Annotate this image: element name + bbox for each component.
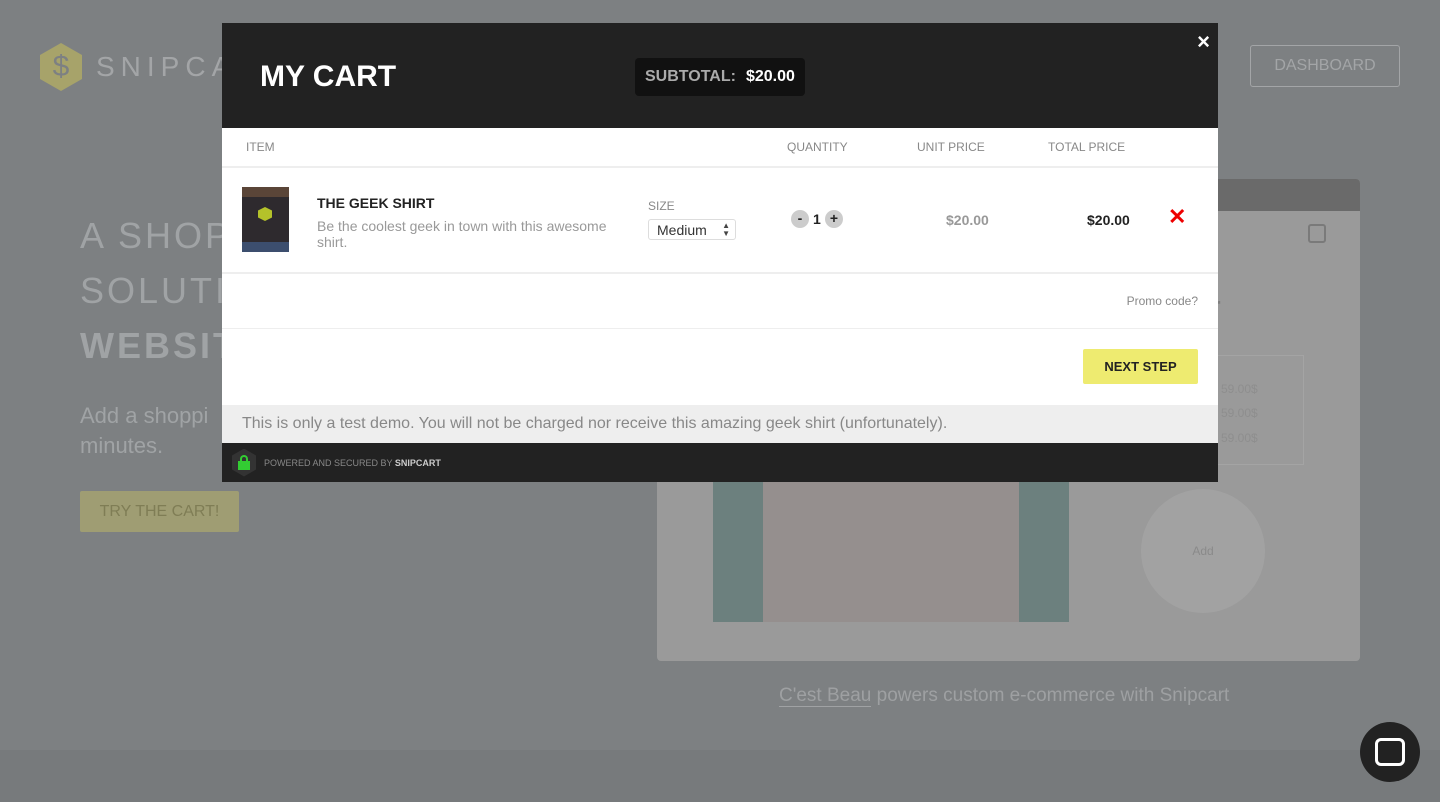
cart-title: MY CART (260, 60, 397, 93)
caption-text: powers custom e-commerce with Snipcart (871, 685, 1230, 706)
item-description: Be the coolest geek in town with this aw… (317, 218, 607, 250)
chat-icon (1375, 738, 1405, 766)
powered-by: POWERED AND SECURED BY SNIPCART (264, 458, 441, 468)
lock-icon (232, 448, 256, 477)
hero-line: A SHOP (80, 215, 233, 256)
subtotal-value: $20.00 (745, 68, 795, 85)
powered-by-brand[interactable]: SNIPCART (395, 458, 441, 468)
dashboard-button[interactable]: DASHBOARD (1250, 45, 1400, 87)
total-price: $20.00 (1087, 212, 1130, 228)
column-item: ITEM (246, 140, 275, 154)
divider (222, 272, 1218, 274)
footer-band (0, 750, 1440, 802)
hero-line: WEBSIT (80, 325, 238, 366)
remove-item-icon[interactable]: ✕ (1168, 204, 1186, 230)
decrease-quantity-button[interactable]: - (791, 210, 809, 228)
subtotal-label: SUBTOTAL: (645, 68, 736, 85)
subtotal-badge: SUBTOTAL: $20.00 (635, 58, 805, 96)
price: 59.00$ (1221, 382, 1258, 396)
next-step-button[interactable]: NEXT STEP (1083, 349, 1198, 384)
column-unit-price: UNIT PRICE (917, 140, 985, 154)
size-select[interactable]: Medium ▲ ▼ (648, 219, 736, 240)
price: 59.00$ (1221, 431, 1258, 445)
unit-price: $20.00 (946, 212, 989, 228)
size-label: SIZE (648, 199, 675, 213)
price: 59.00$ (1221, 406, 1258, 420)
snipcart-logo[interactable]: $ SNIPCA (40, 43, 236, 91)
divider (222, 166, 1218, 168)
select-arrows-icon: ▲ ▼ (722, 221, 730, 238)
promo-code-link[interactable]: Promo code? (1127, 294, 1198, 308)
column-quantity: QUANTITY (787, 140, 848, 154)
increase-quantity-button[interactable]: + (825, 210, 843, 228)
logo-text: SNIPCA (96, 51, 237, 82)
cart-footer: POWERED AND SECURED BY SNIPCART (222, 443, 1218, 482)
hero-sub: Add a shoppi (80, 403, 209, 428)
size-value: Medium (657, 222, 707, 238)
quantity-value: 1 (813, 211, 821, 227)
divider (222, 328, 1218, 329)
demo-notice: This is only a test demo. You will not b… (222, 405, 1218, 443)
bag-icon[interactable] (1308, 224, 1326, 243)
item-name: THE GEEK SHIRT (317, 195, 435, 211)
try-cart-button[interactable]: TRY THE CART! (80, 491, 239, 532)
add-button[interactable]: Add (1141, 489, 1265, 613)
product-photo (713, 482, 1069, 622)
caption: C'est Beau powers custom e-commerce with… (779, 685, 1229, 707)
hero-sub: minutes. (80, 433, 164, 458)
caption-link[interactable]: C'est Beau (779, 685, 872, 707)
logo-icon: $ (40, 43, 82, 91)
product-thumbnail (242, 187, 289, 252)
column-total-price: TOTAL PRICE (1048, 140, 1126, 154)
cart-header: MY CART SUBTOTAL: $20.00 × (222, 23, 1218, 128)
close-icon[interactable]: × (1197, 29, 1210, 55)
powered-by-text: POWERED AND SECURED BY (264, 457, 395, 468)
cart-modal: MY CART SUBTOTAL: $20.00 × ITEM QUANTITY … (222, 23, 1218, 482)
chat-button[interactable] (1360, 722, 1420, 782)
